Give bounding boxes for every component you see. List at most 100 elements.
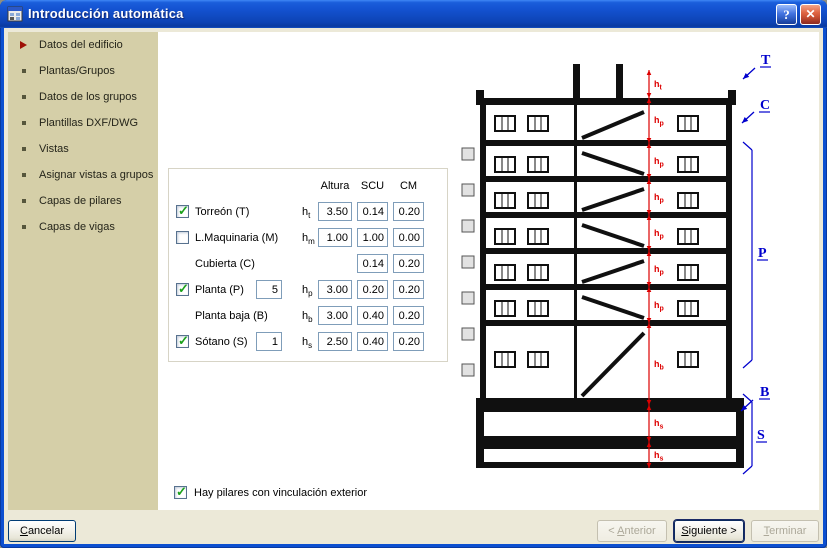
form-row-cubierta: Cubierta (C) — [158, 254, 458, 274]
app-icon — [7, 6, 23, 22]
sotano-scu-input[interactable] — [357, 332, 388, 351]
close-button[interactable]: ✕ — [800, 4, 821, 25]
height-var-label: hp — [302, 284, 313, 298]
planta-checkbox[interactable] — [176, 283, 189, 296]
sidebar-item-datos-de-los-grupos[interactable]: Datos de los grupos — [8, 84, 158, 110]
form-row-sotano: Sótano (S) hs — [158, 332, 458, 352]
dim-label-3: hp — [654, 192, 664, 205]
planta-scu-input[interactable] — [357, 280, 388, 299]
row-label: Planta (P) — [195, 284, 244, 296]
form-row-torreon: Torreón (T) ht — [158, 202, 458, 222]
wizard-steps-sidebar: Datos del edificio Plantas/Grupos Datos … — [8, 32, 158, 510]
sidebar-item-label: Datos del edificio — [39, 39, 123, 51]
zone-label-C: C — [760, 98, 770, 113]
sidebar-item-label: Plantillas DXF/DWG — [39, 117, 138, 129]
dim-label-2: hp — [654, 156, 664, 169]
sidebar-item-label: Capas de vigas — [39, 221, 115, 233]
column-header-cm: CM — [393, 180, 424, 192]
window-title: Introducción automática — [28, 0, 184, 27]
back-button[interactable]: < Anterior — [597, 520, 667, 542]
help-button[interactable]: ? — [776, 4, 797, 25]
dialog-window: Introducción automática ? ✕ Datos del ed… — [0, 0, 827, 548]
cubierta-cm-input[interactable] — [393, 254, 424, 273]
sotano-cm-input[interactable] — [393, 332, 424, 351]
building-section-diagram: ht hp hp hp hp hp hp hb hs hs T C P B S — [450, 50, 795, 475]
planta-cm-input[interactable] — [393, 280, 424, 299]
vinculacion-label: Hay pilares con vinculación exterior — [194, 487, 367, 499]
dim-label-5: hp — [654, 264, 664, 277]
row-label: Cubierta (C) — [195, 258, 255, 270]
column-header-scu: SCU — [357, 180, 388, 192]
step-bullet-icon — [20, 41, 27, 49]
row-label: L.Maquinaria (M) — [195, 232, 278, 244]
sotano-checkbox[interactable] — [176, 335, 189, 348]
sotano-count-input[interactable] — [256, 332, 282, 351]
sidebar-item-label: Plantas/Grupos — [39, 65, 115, 77]
dim-label-4: hp — [654, 228, 664, 241]
height-var-label: hs — [302, 336, 312, 350]
sidebar-item-asignar-vistas-a-grupos[interactable]: Asignar vistas a grupos — [8, 162, 158, 188]
zone-label-S: S — [757, 428, 765, 443]
form-row-planta-baja: Planta baja (B) hb — [158, 306, 458, 326]
step-bullet-icon — [22, 173, 26, 177]
zone-label-P: P — [758, 246, 767, 261]
row-label: Torreón (T) — [195, 206, 249, 218]
height-var-label: ht — [302, 206, 310, 220]
maquinaria-scu-input[interactable] — [357, 228, 388, 247]
dialog-content: Datos del edificio Plantas/Grupos Datos … — [4, 28, 823, 544]
sidebar-item-capas-de-pilares[interactable]: Capas de pilares — [8, 188, 158, 214]
dim-label-1: hp — [654, 115, 664, 128]
torreon-cm-input[interactable] — [393, 202, 424, 221]
planta-count-input[interactable] — [256, 280, 282, 299]
main-panel: Altura SCU CM Torreón (T) ht L.Maquinari… — [158, 32, 819, 510]
sidebar-item-label: Capas de pilares — [39, 195, 122, 207]
torreon-altura-input[interactable] — [318, 202, 352, 221]
dim-label-7: hb — [654, 359, 664, 372]
form-row-maquinaria: L.Maquinaria (M) hm — [158, 228, 458, 248]
row-label: Sótano (S) — [195, 336, 248, 348]
step-bullet-icon — [22, 225, 26, 229]
cancel-button[interactable]: Cancelar — [8, 520, 76, 542]
sidebar-item-vistas[interactable]: Vistas — [8, 136, 158, 162]
vinculacion-checkbox[interactable] — [174, 486, 187, 499]
dim-label-8: hs — [654, 418, 664, 431]
row-label: Planta baja (B) — [195, 310, 268, 322]
torreon-checkbox[interactable] — [176, 205, 189, 218]
planta-baja-cm-input[interactable] — [393, 306, 424, 325]
sotano-altura-input[interactable] — [318, 332, 352, 351]
building-drawing — [462, 64, 744, 468]
maquinaria-altura-input[interactable] — [318, 228, 352, 247]
step-bullet-icon — [22, 147, 26, 151]
next-button[interactable]: Siguiente > — [674, 520, 744, 542]
planta-baja-altura-input[interactable] — [318, 306, 352, 325]
step-bullet-icon — [22, 121, 26, 125]
column-header-altura: Altura — [318, 180, 352, 192]
sidebar-item-plantas-grupos[interactable]: Plantas/Grupos — [8, 58, 158, 84]
step-bullet-icon — [22, 95, 26, 99]
zone-labels: T C P B S — [741, 53, 771, 474]
sidebar-item-label: Vistas — [39, 143, 69, 155]
maquinaria-checkbox[interactable] — [176, 231, 189, 244]
zone-label-B: B — [760, 385, 769, 400]
sidebar-item-plantillas-dxf-dwg[interactable]: Plantillas DXF/DWG — [8, 110, 158, 136]
torreon-scu-input[interactable] — [357, 202, 388, 221]
step-bullet-icon — [22, 199, 26, 203]
dim-label-0: ht — [654, 79, 663, 92]
height-var-label: hb — [302, 310, 313, 324]
sidebar-item-datos-del-edificio[interactable]: Datos del edificio — [8, 32, 158, 58]
sidebar-item-capas-de-vigas[interactable]: Capas de vigas — [8, 214, 158, 240]
height-var-label: hm — [302, 232, 315, 246]
maquinaria-cm-input[interactable] — [393, 228, 424, 247]
sidebar-item-label: Datos de los grupos — [39, 91, 137, 103]
zone-label-T: T — [761, 53, 771, 68]
finish-button[interactable]: Terminar — [751, 520, 819, 542]
step-bullet-icon — [22, 69, 26, 73]
planta-baja-scu-input[interactable] — [357, 306, 388, 325]
sidebar-item-label: Asignar vistas a grupos — [39, 169, 153, 181]
dim-label-9: hs — [654, 450, 664, 463]
title-bar[interactable]: Introducción automática ? ✕ — [0, 0, 827, 28]
planta-altura-input[interactable] — [318, 280, 352, 299]
cubierta-scu-input[interactable] — [357, 254, 388, 273]
form-row-planta: Planta (P) hp — [158, 280, 458, 300]
dim-label-6: hp — [654, 300, 664, 313]
